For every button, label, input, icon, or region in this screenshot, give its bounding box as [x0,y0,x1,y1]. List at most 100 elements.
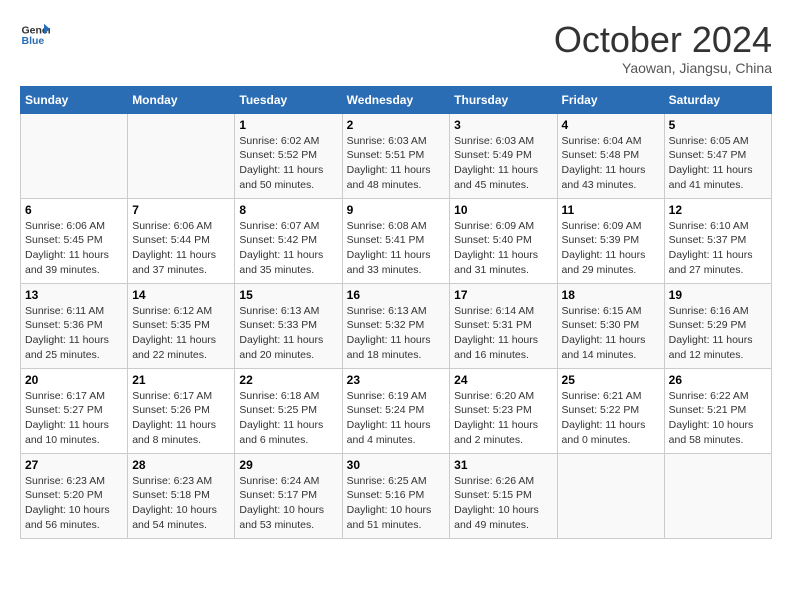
calendar-cell: 20 Sunrise: 6:17 AM Sunset: 5:27 PM Dayli… [21,368,128,453]
calendar-cell: 29 Sunrise: 6:24 AM Sunset: 5:17 PM Dayli… [235,453,342,538]
day-number: 29 [239,458,337,472]
calendar-week-2: 6Sunrise: 6:06 AM Sunset: 5:45 PM Daylig… [21,198,772,283]
day-info: Sunrise: 6:18 AM Sunset: 5:25 PM Dayligh… [239,389,337,448]
day-number: 30 [347,458,446,472]
calendar-cell: 7 Sunrise: 6:06 AM Sunset: 5:44 PM Daylig… [128,198,235,283]
day-number: 7 [132,203,230,217]
calendar-cell: 15 Sunrise: 6:13 AM Sunset: 5:33 PM Dayli… [235,283,342,368]
weekday-header-saturday: Saturday [664,86,771,113]
day-number: 20 [25,373,123,387]
day-number: 15 [239,288,337,302]
day-number: 26 [669,373,767,387]
calendar-cell: 17 Sunrise: 6:14 AM Sunset: 5:31 PM Dayli… [450,283,557,368]
day-number: 14 [132,288,230,302]
day-info: Sunrise: 6:13 AM Sunset: 5:33 PM Dayligh… [239,304,337,363]
day-number: 18 [562,288,660,302]
title-block: October 2024 Yaowan, Jiangsu, China [554,20,772,76]
day-number: 2 [347,118,446,132]
calendar-cell: 1 Sunrise: 6:02 AM Sunset: 5:52 PM Daylig… [235,113,342,198]
calendar-cell: 8Sunrise: 6:07 AM Sunset: 5:42 PM Daylig… [235,198,342,283]
weekday-header-friday: Friday [557,86,664,113]
calendar-cell [664,453,771,538]
day-number: 27 [25,458,123,472]
day-info: Sunrise: 6:21 AM Sunset: 5:22 PM Dayligh… [562,389,660,448]
calendar-cell: 31 Sunrise: 6:26 AM Sunset: 5:15 PM Dayli… [450,453,557,538]
day-info: Sunrise: 6:02 AM Sunset: 5:52 PM Dayligh… [239,134,337,193]
calendar-cell: 4 Sunrise: 6:04 AM Sunset: 5:48 PM Daylig… [557,113,664,198]
day-number: 17 [454,288,552,302]
calendar-week-3: 13 Sunrise: 6:11 AM Sunset: 5:36 PM Dayli… [21,283,772,368]
logo: General Blue [20,20,50,50]
day-info: Sunrise: 6:17 AM Sunset: 5:26 PM Dayligh… [132,389,230,448]
calendar-cell: 3 Sunrise: 6:03 AM Sunset: 5:49 PM Daylig… [450,113,557,198]
day-info: Sunrise: 6:23 AM Sunset: 5:18 PM Dayligh… [132,474,230,533]
calendar-cell: 11 Sunrise: 6:09 AM Sunset: 5:39 PM Dayli… [557,198,664,283]
day-info: Sunrise: 6:03 AM Sunset: 5:51 PM Dayligh… [347,134,446,193]
day-info: Sunrise: 6:11 AM Sunset: 5:36 PM Dayligh… [25,304,123,363]
day-number: 16 [347,288,446,302]
day-info: Sunrise: 6:13 AM Sunset: 5:32 PM Dayligh… [347,304,446,363]
calendar-cell: 16 Sunrise: 6:13 AM Sunset: 5:32 PM Dayli… [342,283,450,368]
day-number: 6 [25,203,123,217]
day-info: Sunrise: 6:08 AM Sunset: 5:41 PM Dayligh… [347,219,446,278]
calendar-cell: 2 Sunrise: 6:03 AM Sunset: 5:51 PM Daylig… [342,113,450,198]
day-number: 21 [132,373,230,387]
day-info: Sunrise: 6:09 AM Sunset: 5:39 PM Dayligh… [562,219,660,278]
day-info: Sunrise: 6:25 AM Sunset: 5:16 PM Dayligh… [347,474,446,533]
location-subtitle: Yaowan, Jiangsu, China [554,60,772,76]
page-header: General Blue October 2024 Yaowan, Jiangs… [20,20,772,76]
day-info: Sunrise: 6:14 AM Sunset: 5:31 PM Dayligh… [454,304,552,363]
day-number: 31 [454,458,552,472]
weekday-header-monday: Monday [128,86,235,113]
day-info: Sunrise: 6:10 AM Sunset: 5:37 PM Dayligh… [669,219,767,278]
calendar-cell: 14 Sunrise: 6:12 AM Sunset: 5:35 PM Dayli… [128,283,235,368]
svg-text:Blue: Blue [22,35,45,47]
calendar-cell: 24 Sunrise: 6:20 AM Sunset: 5:23 PM Dayli… [450,368,557,453]
calendar-cell: 12 Sunrise: 6:10 AM Sunset: 5:37 PM Dayli… [664,198,771,283]
day-number: 4 [562,118,660,132]
calendar-cell: 13 Sunrise: 6:11 AM Sunset: 5:36 PM Dayli… [21,283,128,368]
day-info: Sunrise: 6:06 AM Sunset: 5:44 PM Dayligh… [132,219,230,278]
calendar-cell [21,113,128,198]
calendar-cell: 21 Sunrise: 6:17 AM Sunset: 5:26 PM Dayli… [128,368,235,453]
calendar-cell: 19Sunrise: 6:16 AM Sunset: 5:29 PM Dayli… [664,283,771,368]
day-info: Sunrise: 6:15 AM Sunset: 5:30 PM Dayligh… [562,304,660,363]
calendar-cell: 28 Sunrise: 6:23 AM Sunset: 5:18 PM Dayli… [128,453,235,538]
weekday-header-tuesday: Tuesday [235,86,342,113]
day-info: Sunrise: 6:05 AM Sunset: 5:47 PM Dayligh… [669,134,767,193]
calendar-cell [128,113,235,198]
calendar-cell: 23Sunrise: 6:19 AM Sunset: 5:24 PM Dayli… [342,368,450,453]
calendar-cell [557,453,664,538]
calendar-cell: 9Sunrise: 6:08 AM Sunset: 5:41 PM Daylig… [342,198,450,283]
calendar-cell: 5 Sunrise: 6:05 AM Sunset: 5:47 PM Daylig… [664,113,771,198]
day-number: 12 [669,203,767,217]
calendar-cell: 22 Sunrise: 6:18 AM Sunset: 5:25 PM Dayli… [235,368,342,453]
day-number: 28 [132,458,230,472]
day-number: 19 [669,288,767,302]
calendar-cell: 6Sunrise: 6:06 AM Sunset: 5:45 PM Daylig… [21,198,128,283]
day-number: 3 [454,118,552,132]
calendar-cell: 25 Sunrise: 6:21 AM Sunset: 5:22 PM Dayli… [557,368,664,453]
day-number: 8 [239,203,337,217]
weekday-header-sunday: Sunday [21,86,128,113]
day-info: Sunrise: 6:26 AM Sunset: 5:15 PM Dayligh… [454,474,552,533]
day-number: 1 [239,118,337,132]
calendar-week-5: 27Sunrise: 6:23 AM Sunset: 5:20 PM Dayli… [21,453,772,538]
day-info: Sunrise: 6:04 AM Sunset: 5:48 PM Dayligh… [562,134,660,193]
day-number: 22 [239,373,337,387]
day-info: Sunrise: 6:12 AM Sunset: 5:35 PM Dayligh… [132,304,230,363]
calendar-table: SundayMondayTuesdayWednesdayThursdayFrid… [20,86,772,539]
day-number: 25 [562,373,660,387]
month-title: October 2024 [554,20,772,60]
day-info: Sunrise: 6:03 AM Sunset: 5:49 PM Dayligh… [454,134,552,193]
day-info: Sunrise: 6:17 AM Sunset: 5:27 PM Dayligh… [25,389,123,448]
calendar-cell: 30 Sunrise: 6:25 AM Sunset: 5:16 PM Dayli… [342,453,450,538]
day-number: 11 [562,203,660,217]
calendar-week-4: 20 Sunrise: 6:17 AM Sunset: 5:27 PM Dayli… [21,368,772,453]
weekday-header-thursday: Thursday [450,86,557,113]
day-number: 13 [25,288,123,302]
day-info: Sunrise: 6:24 AM Sunset: 5:17 PM Dayligh… [239,474,337,533]
day-number: 5 [669,118,767,132]
day-info: Sunrise: 6:20 AM Sunset: 5:23 PM Dayligh… [454,389,552,448]
day-number: 24 [454,373,552,387]
